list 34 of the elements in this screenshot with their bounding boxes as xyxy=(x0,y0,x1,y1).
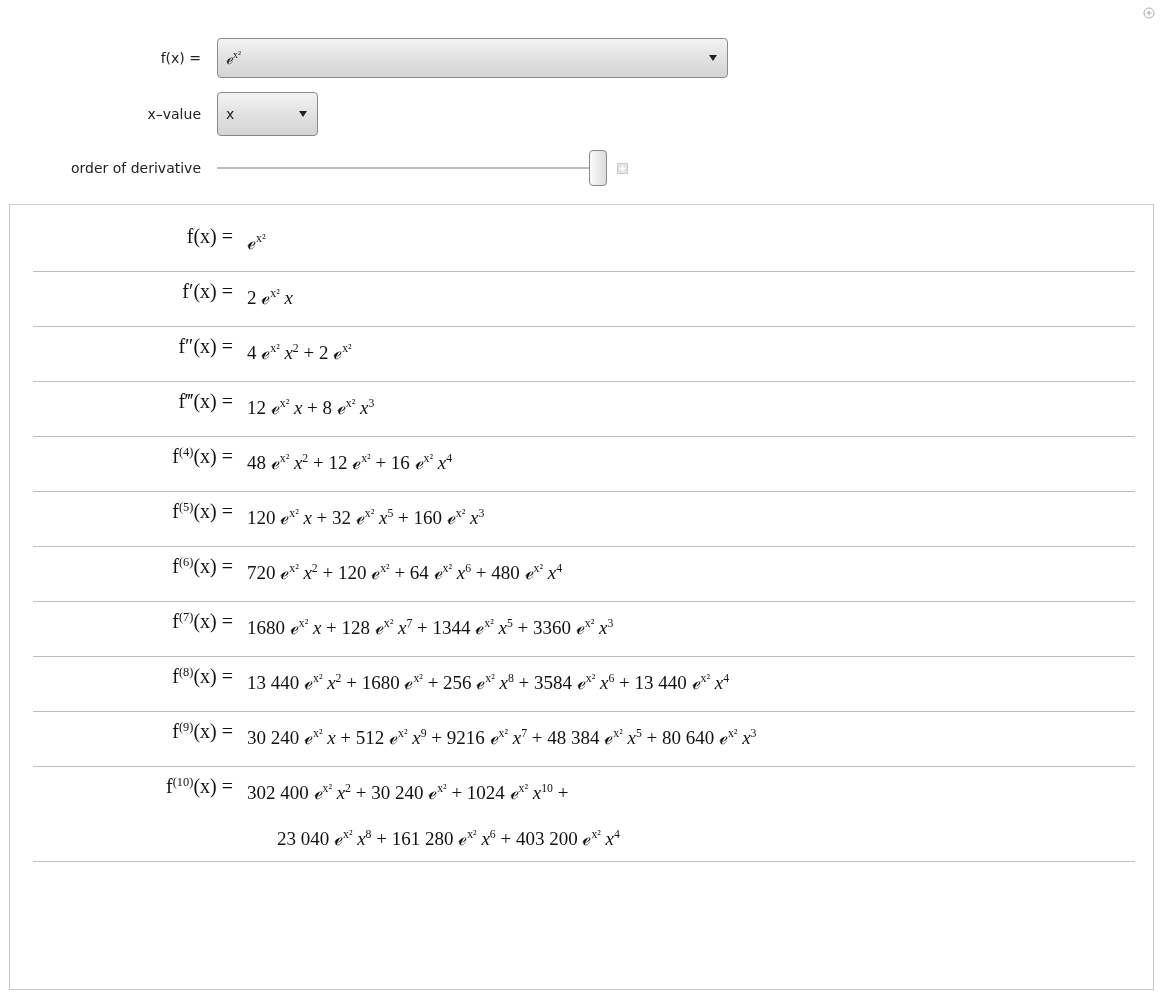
derivative-expression: ℯ$^{x²}$ xyxy=(247,230,267,255)
derivative-label: f$^{(10)}$(x) = xyxy=(166,775,233,798)
derivative-label: f‴(x) = xyxy=(178,390,233,413)
derivative-expression: 2 ℯ$^{x²}$ x xyxy=(247,285,294,310)
caret-icon xyxy=(709,55,717,61)
order-slider[interactable] xyxy=(217,150,607,186)
derivative-expression: 13 440 ℯ$^{x²}$ x$^{2}$ + 1680 ℯ$^{x²}$ + 256 ℯ$^{x²}$ x$^{8}$ + 3584 ℯ$^{x²}$ x$^{6}$ + 13 440 ℯ$^{x²}$ x$^{4}$ xyxy=(247,670,731,695)
derivative-label: f″(x) = xyxy=(178,335,233,358)
derivative-expression: 4 ℯ$^{x²}$ x$^{2}$ + 2 ℯ$^{x²}$ xyxy=(247,340,353,365)
derivative-expression: 302 400 ℯ$^{x²}$ x$^{2}$ + 30 240 ℯ$^{x²}$ + 1024 ℯ$^{x²}$ x$^{10}$ + xyxy=(247,780,570,805)
derivative-expression: 1680 ℯ$^{x²}$ x + 128 ℯ$^{x²}$ x$^{7}$ + 1344 ℯ$^{x²}$ x$^{5}$ + 3360 ℯ$^{x²}$ x$^{3}$ xyxy=(247,615,615,640)
order-label: order of derivative xyxy=(71,160,201,176)
x-value-dropdown[interactable]: x xyxy=(217,92,318,136)
slider-thumb[interactable] xyxy=(589,150,607,186)
derivative-expression: 48 ℯ$^{x²}$ x$^{2}$ + 12 ℯ$^{x²}$ + 16 ℯ$^{x²}$ x$^{4}$ xyxy=(247,450,454,475)
derivative-expression: 12 ℯ$^{x²}$ x + 8 ℯ$^{x²}$ x$^{3}$ xyxy=(247,395,376,420)
derivative-label: f′(x) = xyxy=(182,280,233,303)
derivative-expression: 30 240 ℯ$^{x²}$ x + 512 ℯ$^{x²}$ x$^{9}$ + 9216 ℯ$^{x²}$ x$^{7}$ + 48 384 ℯ$^{x²}$ x$^{5}$ + 80 640 ℯ$^{x²}$ x$^{3}$ xyxy=(247,725,758,750)
x-value-label: x–value xyxy=(147,106,201,122)
derivative-label: f$^{(6)}$(x) = xyxy=(172,555,233,578)
derivative-label: f$^{(7)}$(x) = xyxy=(172,610,233,633)
options-icon[interactable] xyxy=(1143,7,1155,19)
function-label: f(x) = xyxy=(160,50,201,66)
derivative-expression: 23 040 ℯ$^{x²}$ x$^{8}$ + 161 280 ℯ$^{x²}$ x$^{6}$ + 403 200 ℯ$^{x²}$ x$^{4}$ xyxy=(277,826,621,851)
derivative-label: f$^{(4)}$(x) = xyxy=(172,445,233,468)
derivative-label: f$^{(5)}$(x) = xyxy=(172,500,233,523)
derivative-expression: 120 ℯ$^{x²}$ x + 32 ℯ$^{x²}$ x$^{5}$ + 160 ℯ$^{x²}$ x$^{3}$ xyxy=(247,505,486,530)
derivative-expression: 720 ℯ$^{x²}$ x$^{2}$ + 120 ℯ$^{x²}$ + 64 ℯ$^{x²}$ x$^{6}$ + 480 ℯ$^{x²}$ x$^{4}$ xyxy=(247,560,564,585)
derivative-label: f$^{(8)}$(x) = xyxy=(172,665,233,688)
function-dropdown[interactable]: ℯ$^{x²}$ xyxy=(217,38,728,78)
caret-icon xyxy=(299,111,307,117)
plus-icon[interactable] xyxy=(617,162,628,174)
derivative-label: f(x) = xyxy=(186,225,233,248)
derivative-label: f$^{(9)}$(x) = xyxy=(172,720,233,743)
